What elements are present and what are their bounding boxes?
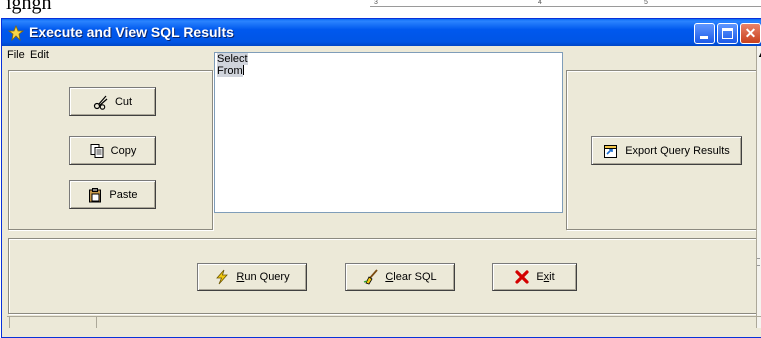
copy-icon	[89, 143, 105, 159]
export-label: Export Query Results	[625, 144, 730, 157]
document-ruler: 3 4 5	[370, 0, 761, 7]
maximize-icon	[722, 28, 733, 39]
ruler-mark-3: 3	[374, 0, 378, 6]
exit-label: Exit	[536, 271, 555, 283]
paste-button[interactable]: Paste	[69, 180, 156, 209]
copy-button[interactable]: Copy	[69, 136, 156, 165]
export-query-results-button[interactable]: Export Query Results	[591, 136, 742, 165]
ruler-mark-5: 5	[644, 0, 648, 6]
ruler-mark-4: 4	[538, 0, 542, 6]
minimize-icon	[700, 36, 708, 39]
sql-editor[interactable]: Select From	[214, 52, 563, 213]
run-icon	[214, 269, 230, 285]
bottom-divider-tick	[96, 316, 97, 328]
text-caret	[242, 65, 244, 75]
sql-line: From	[217, 65, 560, 77]
vertical-scrollbar[interactable]	[756, 46, 761, 328]
minimize-button[interactable]	[694, 23, 715, 44]
cut-button[interactable]: Cut	[69, 87, 156, 116]
exit-button[interactable]: Exit	[492, 263, 577, 291]
app-icon	[7, 24, 25, 42]
scrollbar-grip-icon	[757, 258, 760, 266]
title-bar[interactable]: Execute and View SQL Results ✕	[2, 19, 761, 46]
scissors-icon	[93, 94, 109, 110]
export-icon	[603, 143, 619, 159]
menu-edit[interactable]: Edit	[30, 49, 49, 61]
background-document-text: ighgh	[6, 0, 52, 14]
window-title: Execute and View SQL Results	[29, 24, 234, 40]
clear-icon	[363, 269, 379, 285]
paste-label: Paste	[109, 188, 138, 201]
sql-line-text: Select	[217, 53, 248, 65]
bottom-divider-tick	[9, 316, 10, 328]
close-button[interactable]: ✕	[740, 23, 761, 44]
menu-file[interactable]: File	[7, 49, 25, 61]
clear-sql-button[interactable]: Clear SQL	[345, 263, 455, 291]
copy-label: Copy	[110, 144, 137, 157]
cut-label: Cut	[114, 95, 133, 108]
bottom-divider	[7, 316, 761, 317]
run-query-label: Run Query	[236, 271, 290, 283]
scroll-up-arrow-icon[interactable]: ▲	[757, 50, 761, 59]
run-query-button[interactable]: Run Query	[197, 263, 307, 291]
paste-icon	[87, 187, 103, 203]
maximize-button[interactable]	[717, 23, 738, 44]
close-icon: ✕	[744, 25, 757, 41]
exit-icon	[514, 269, 530, 285]
sql-line-text: From	[217, 65, 243, 77]
clear-sql-label: Clear SQL	[385, 271, 437, 283]
sql-line: Select	[217, 53, 560, 65]
